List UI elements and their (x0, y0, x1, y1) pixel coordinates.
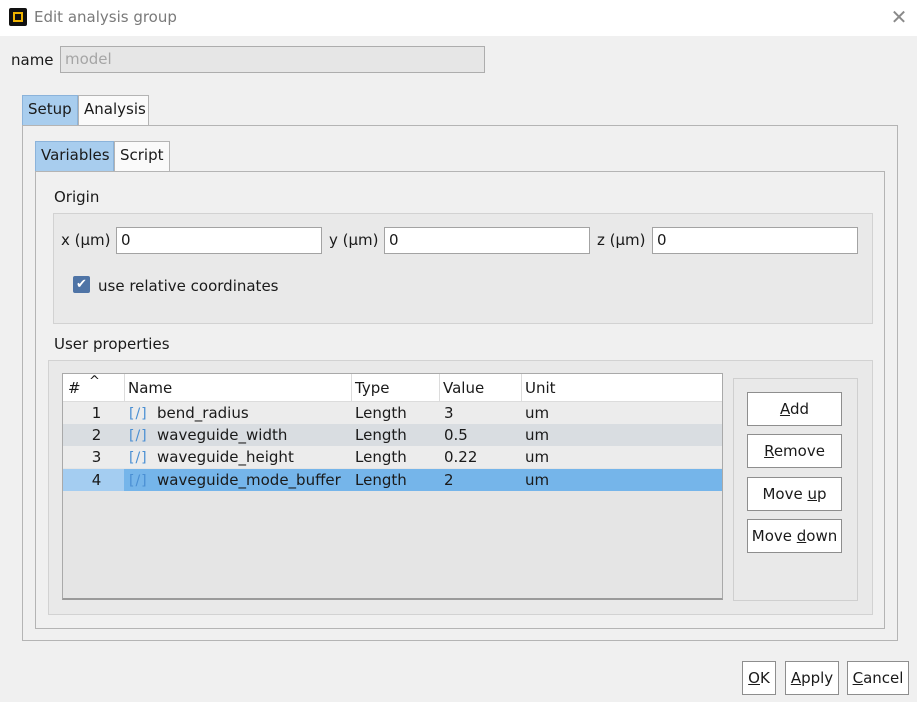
table-header: # ^ Name Type Value Unit (63, 374, 722, 402)
row-unit: um (525, 404, 550, 422)
table-row[interactable]: 3 [/] waveguide_height Length 0.22 um (63, 446, 722, 468)
index-header-label: # (68, 379, 81, 397)
cancel-button[interactable]: Cancel (847, 661, 909, 695)
row-value: 3 (444, 404, 454, 422)
column-header-type[interactable]: Type (352, 374, 440, 402)
row-index: 2 (91, 426, 102, 444)
row-index: 3 (91, 448, 102, 466)
move-down-button[interactable]: Move down (747, 519, 842, 553)
row-name: bend_radius (157, 404, 249, 422)
column-header-name[interactable]: Name (125, 374, 352, 402)
row-unit: um (525, 448, 550, 466)
ok-button[interactable]: OK (742, 661, 776, 695)
tab-script[interactable]: Script (114, 141, 170, 171)
row-name: waveguide_mode_buffer (157, 471, 341, 489)
relative-coordinates-label: use relative coordinates (98, 277, 279, 295)
row-type: Length (355, 426, 407, 444)
remove-button[interactable]: Remove (747, 434, 842, 468)
row-type: Length (355, 471, 407, 489)
x-label: x (µm) (61, 231, 111, 249)
table-row[interactable]: 2 [/] waveguide_width Length 0.5 um (63, 424, 722, 446)
row-value: 0.22 (444, 448, 478, 466)
variable-icon: [/] (129, 473, 148, 489)
row-type: Length (355, 404, 407, 422)
apply-button[interactable]: Apply (785, 661, 839, 695)
add-button[interactable]: Add (747, 392, 842, 426)
name-field: model (60, 46, 485, 73)
tab-variables[interactable]: Variables (35, 141, 114, 171)
variable-icon: [/] (129, 428, 148, 444)
close-icon[interactable]: ✕ (886, 4, 912, 30)
column-header-value[interactable]: Value (440, 374, 522, 402)
row-value: 2 (444, 471, 454, 489)
table-row[interactable]: 1 [/] bend_radius Length 3 um (63, 402, 722, 424)
row-unit: um (525, 426, 550, 444)
name-label: name (11, 51, 54, 69)
row-index: 1 (91, 404, 102, 422)
app-logo-icon (9, 8, 27, 26)
variable-icon: [/] (129, 450, 148, 466)
column-header-index[interactable]: # ^ (63, 374, 125, 402)
y-input[interactable]: 0 (384, 227, 590, 254)
properties-table[interactable]: # ^ Name Type Value Unit 1 [/] bend_radi… (62, 373, 723, 600)
row-type: Length (355, 448, 407, 466)
z-input[interactable]: 0 (652, 227, 858, 254)
variable-icon: [/] (129, 406, 148, 422)
tab-setup[interactable]: Setup (22, 95, 78, 125)
row-name: waveguide_width (157, 426, 288, 444)
checkmark-icon: ✔ (76, 277, 87, 292)
row-value: 0.5 (444, 426, 468, 444)
user-properties-heading: User properties (54, 335, 170, 353)
column-header-unit[interactable]: Unit (522, 374, 722, 402)
sort-ascending-icon: ^ (89, 374, 100, 389)
row-name: waveguide_height (157, 448, 294, 466)
origin-heading: Origin (54, 188, 100, 206)
move-up-button[interactable]: Move up (747, 477, 842, 511)
row-unit: um (525, 471, 550, 489)
table-row-selected[interactable]: 4 [/] waveguide_mode_buffer Length 2 um (63, 469, 722, 491)
x-input[interactable]: 0 (116, 227, 322, 254)
window-title: Edit analysis group (34, 8, 177, 26)
y-label: y (µm) (329, 231, 379, 249)
tab-analysis[interactable]: Analysis (78, 95, 149, 125)
relative-coordinates-checkbox[interactable]: ✔ (73, 276, 90, 293)
row-index: 4 (63, 469, 124, 491)
z-label: z (µm) (597, 231, 646, 249)
